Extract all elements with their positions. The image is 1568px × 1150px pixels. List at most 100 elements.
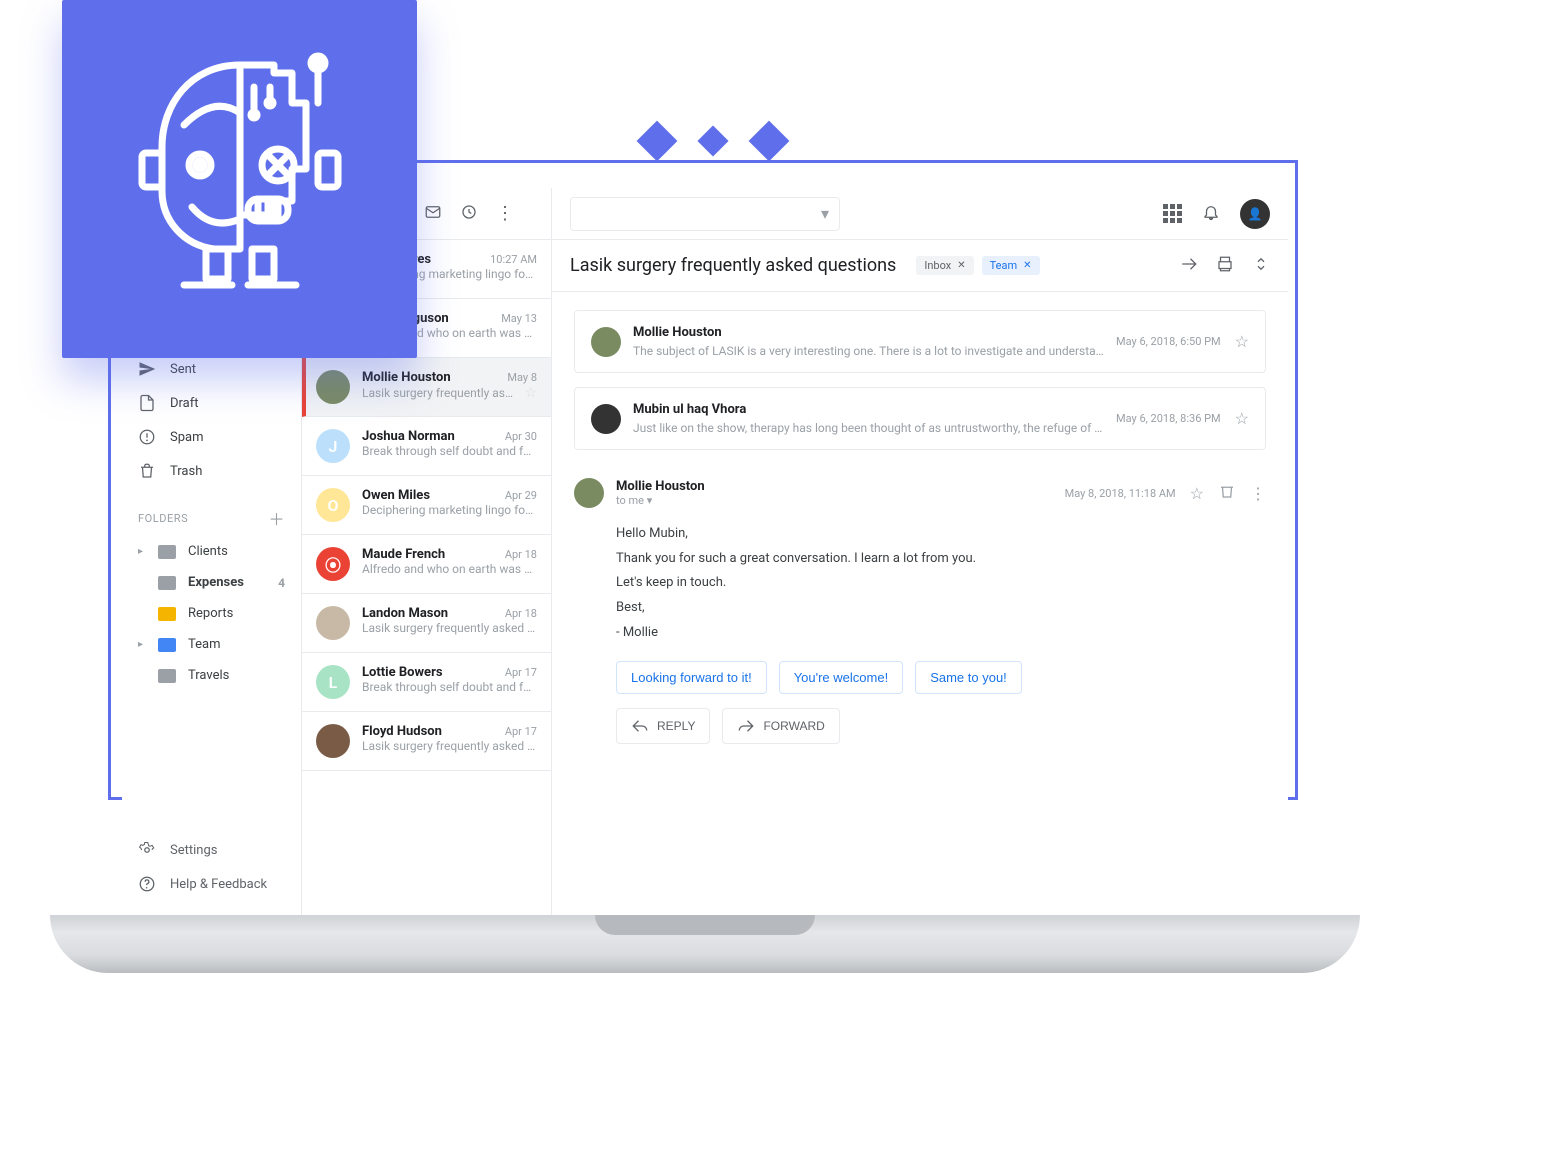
sender-name: Maude French bbox=[362, 547, 445, 562]
close-icon[interactable]: ✕ bbox=[1023, 260, 1031, 271]
nav-spam[interactable]: Spam bbox=[122, 420, 301, 454]
nav-help[interactable]: Help & Feedback bbox=[122, 867, 301, 901]
timestamp: May 6, 2018, 8:36 PM bbox=[1116, 412, 1221, 425]
dot-shape bbox=[749, 121, 790, 162]
tag-chip-team[interactable]: Team ✕ bbox=[982, 256, 1040, 275]
forward-button[interactable]: FORWARD bbox=[722, 708, 839, 744]
reply-arrow-icon[interactable] bbox=[1180, 255, 1198, 277]
nav-settings[interactable]: Settings bbox=[122, 833, 301, 867]
folder-count: 4 bbox=[278, 576, 285, 590]
sender-avatar: ⦿ bbox=[316, 547, 350, 581]
dot-shape bbox=[637, 121, 678, 162]
star-icon[interactable]: ☆ bbox=[1190, 484, 1204, 503]
star-icon[interactable]: ☆ bbox=[524, 385, 537, 401]
chevron-right-icon: ▸ bbox=[138, 639, 146, 650]
send-icon bbox=[138, 360, 156, 378]
reply-button[interactable]: REPLY bbox=[616, 708, 710, 744]
mail-subject-preview: Lasik surgery frequently asked quest… bbox=[362, 621, 537, 635]
sender-avatar: J bbox=[316, 429, 350, 463]
mark-read-icon[interactable] bbox=[424, 203, 442, 225]
smart-reply-button[interactable]: Same to you! bbox=[915, 661, 1022, 694]
smart-reply-button[interactable]: You're welcome! bbox=[779, 661, 904, 694]
collapsed-message[interactable]: Mollie Houston The subject of LASIK is a… bbox=[574, 310, 1266, 373]
star-icon[interactable]: ☆ bbox=[1235, 409, 1249, 428]
open-message: Mollie Houston to me ▾ May 8, 2018, 11:1… bbox=[574, 464, 1266, 758]
collapsed-message[interactable]: Mubin ul haq Vhora Just like on the show… bbox=[574, 387, 1266, 450]
mail-list-item[interactable]: Landon MasonApr 18Lasik surgery frequent… bbox=[302, 594, 551, 653]
nav-trash[interactable]: Trash bbox=[122, 454, 301, 488]
folder-travels[interactable]: Travels bbox=[122, 660, 301, 691]
snooze-icon[interactable] bbox=[460, 203, 478, 225]
timestamp: May 6, 2018, 6:50 PM bbox=[1116, 335, 1221, 348]
robot-icon bbox=[120, 47, 360, 311]
help-icon bbox=[138, 875, 156, 893]
folder-icon bbox=[158, 638, 176, 652]
chevron-right-icon: ▸ bbox=[138, 546, 146, 557]
mail-date: Apr 30 bbox=[505, 430, 537, 443]
delete-icon[interactable] bbox=[1218, 482, 1236, 504]
search-input[interactable]: ▾ bbox=[570, 197, 840, 231]
recipient-line[interactable]: to me ▾ bbox=[616, 494, 705, 507]
folder-clients[interactable]: ▸ Clients bbox=[122, 536, 301, 567]
folder-team[interactable]: ▸ Team bbox=[122, 629, 301, 660]
message-preview: The subject of LASIK is a very interesti… bbox=[633, 344, 1104, 358]
close-icon[interactable]: ✕ bbox=[957, 260, 965, 271]
nav-label: Spam bbox=[170, 430, 204, 445]
sender-name: Joshua Norman bbox=[362, 429, 455, 444]
folder-label: Clients bbox=[188, 544, 228, 559]
button-label: REPLY bbox=[657, 719, 695, 733]
notifications-icon[interactable] bbox=[1202, 203, 1220, 225]
smart-reply-button[interactable]: Looking forward to it! bbox=[616, 661, 767, 694]
star-icon[interactable]: ☆ bbox=[1235, 332, 1249, 351]
thread: Mollie Houston The subject of LASIK is a… bbox=[552, 292, 1288, 776]
mail-list-item[interactable]: JJoshua NormanApr 30Break through self d… bbox=[302, 417, 551, 476]
sender-avatar: L bbox=[316, 665, 350, 699]
add-folder-button[interactable]: ＋ bbox=[268, 506, 285, 530]
sender-name: Mollie Houston bbox=[362, 370, 451, 385]
folder-label: Travels bbox=[188, 668, 229, 683]
mail-date: Apr 29 bbox=[505, 489, 537, 502]
nav-label: Draft bbox=[170, 396, 199, 411]
tag-chip-inbox[interactable]: Inbox ✕ bbox=[916, 256, 973, 275]
nav-draft[interactable]: Draft bbox=[122, 386, 301, 420]
body-line: - Mollie bbox=[616, 621, 1266, 646]
chip-label: Inbox bbox=[924, 259, 951, 272]
print-icon[interactable] bbox=[1216, 255, 1234, 277]
logo-card bbox=[62, 0, 417, 358]
mail-list-item[interactable]: LLottie BowersApr 17Break through self d… bbox=[302, 653, 551, 712]
nav-label: Sent bbox=[170, 362, 196, 377]
message-subject: Lasik surgery frequently asked questions bbox=[570, 255, 896, 276]
folder-label: Reports bbox=[188, 606, 233, 621]
apps-grid-icon[interactable] bbox=[1163, 204, 1182, 223]
folder-icon bbox=[158, 607, 176, 621]
folders-section-header: FOLDERS ＋ bbox=[122, 488, 301, 536]
sender-name: Mollie Houston bbox=[616, 479, 705, 494]
nav-label: Help & Feedback bbox=[170, 877, 267, 892]
body-line: Thank you for such a great conversation.… bbox=[616, 547, 1266, 572]
sender-name: Floyd Hudson bbox=[362, 724, 442, 739]
expand-collapse-icon[interactable] bbox=[1252, 255, 1270, 277]
folder-icon bbox=[158, 545, 176, 559]
sender-avatar bbox=[591, 327, 621, 357]
mail-list-item[interactable]: Mollie HoustonMay 8Lasik surgery frequen… bbox=[302, 358, 551, 417]
folder-label: Team bbox=[188, 637, 221, 652]
mail-list-item[interactable]: Floyd HudsonApr 17Lasik surgery frequent… bbox=[302, 712, 551, 771]
mail-date: Apr 18 bbox=[505, 607, 537, 620]
folder-reports[interactable]: Reports bbox=[122, 598, 301, 629]
gear-icon bbox=[138, 841, 156, 859]
folder-label: Expenses bbox=[188, 575, 244, 590]
mail-subject-preview: Lasik surgery frequently asked quest… bbox=[362, 739, 537, 753]
profile-avatar[interactable]: 👤 bbox=[1240, 199, 1270, 229]
sender-avatar bbox=[591, 404, 621, 434]
more-icon[interactable]: ⋮ bbox=[1250, 484, 1266, 503]
mail-list-item[interactable]: ⦿Maude FrenchApr 18Alfredo and who on ea… bbox=[302, 535, 551, 594]
mail-subject-preview: Alfredo and who on earth was he cap… bbox=[362, 562, 537, 576]
folder-expenses[interactable]: Expenses 4 bbox=[122, 567, 301, 598]
chevron-down-icon: ▾ bbox=[821, 204, 829, 223]
decorative-dots bbox=[640, 124, 786, 158]
chip-label: Team bbox=[990, 259, 1018, 272]
mail-subject-preview: Deciphering marketing lingo for small… bbox=[362, 503, 537, 517]
mail-list-item[interactable]: OOwen MilesApr 29Deciphering marketing l… bbox=[302, 476, 551, 535]
sender-avatar bbox=[574, 478, 604, 508]
more-icon[interactable]: ⋮ bbox=[496, 203, 514, 224]
